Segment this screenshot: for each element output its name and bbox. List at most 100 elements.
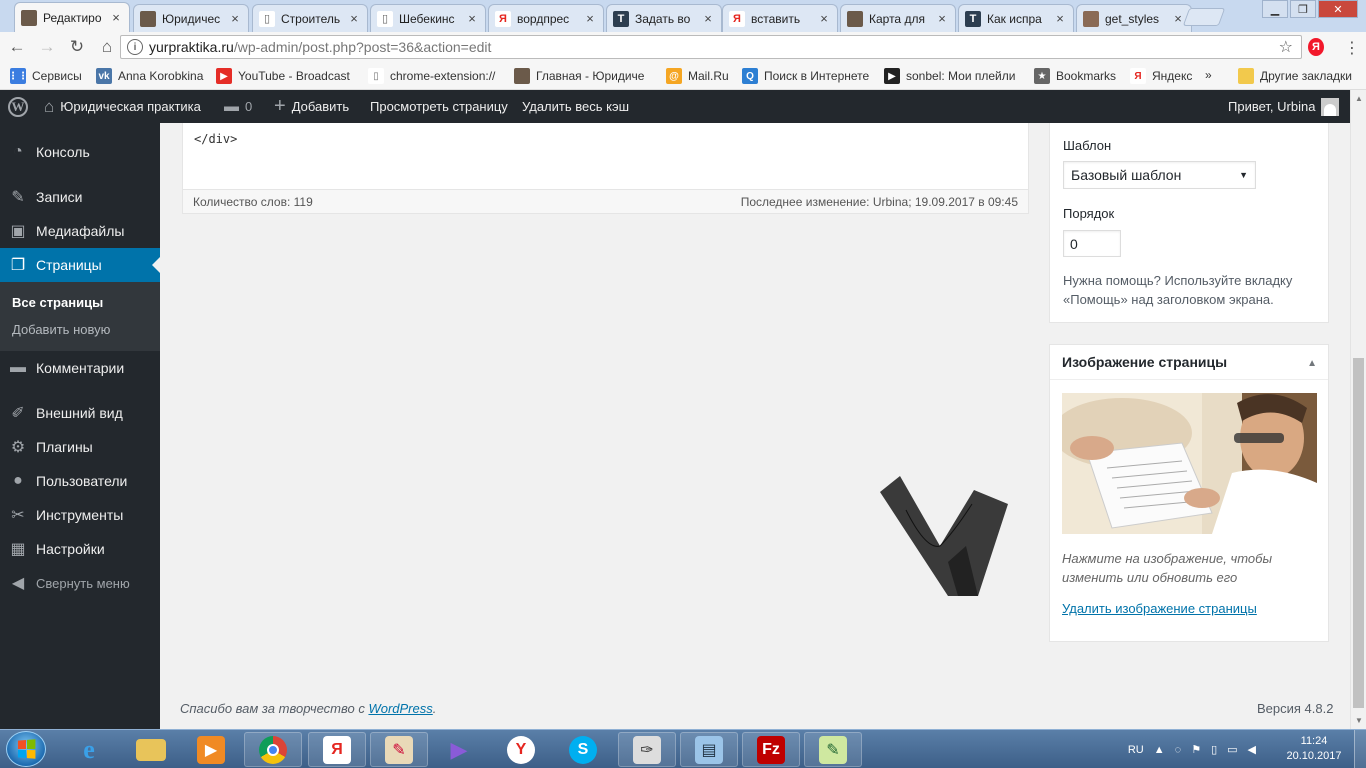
browser-tab[interactable]: Явставить × (722, 4, 838, 32)
new-tab-button[interactable] (1182, 8, 1226, 26)
scroll-down-icon[interactable]: ▼ (1355, 716, 1363, 725)
close-tab-icon[interactable]: × (465, 11, 479, 26)
site-name-link[interactable]: ⌂ Юридическая практика (44, 90, 201, 123)
clock[interactable]: 11:24 20.10.2017 (1284, 734, 1344, 764)
menu-item-dashboard[interactable]: ◔ Консоль (0, 135, 160, 169)
restore-button[interactable]: ❐ (1290, 0, 1316, 18)
taskbar-yandex-browser[interactable]: Y (492, 732, 550, 767)
bookmark-item[interactable]: ▯ chrome-extension:// (368, 68, 495, 84)
view-page-link[interactable]: Просмотреть страницу (370, 90, 508, 123)
close-tab-icon[interactable]: × (347, 11, 361, 26)
browser-tab[interactable]: T Задать во × (606, 4, 722, 32)
clear-cache-link[interactable]: Удалить весь кэш (522, 90, 629, 123)
home-icon[interactable]: ⌂ (94, 34, 120, 60)
bookmark-item[interactable]: ▶ YouTube - Broadcast (216, 68, 350, 84)
bookmark-item[interactable]: Другие закладки (1238, 68, 1352, 84)
flag-icon[interactable]: ⚑ (1191, 743, 1201, 756)
collapse-menu-button[interactable]: ◀ Свернуть меню (0, 566, 160, 600)
close-tab-icon[interactable]: × (935, 11, 949, 26)
volume-icon[interactable]: ◀ (1248, 743, 1256, 756)
show-desktop-button[interactable] (1354, 730, 1366, 768)
scrollbar-thumb[interactable] (1353, 358, 1364, 708)
bookmark-star-icon[interactable]: ☆ (1279, 37, 1293, 57)
taskbar-notepad[interactable]: ✎ (804, 732, 862, 767)
bookmark-item[interactable]: Я Яндекс (1130, 68, 1192, 84)
menu-item-tools[interactable]: ✂ Инструменты (0, 498, 160, 532)
taskbar-chrome[interactable] (244, 732, 302, 767)
taskbar-app[interactable]: ✑ (618, 732, 676, 767)
wordpress-logo-icon[interactable]: W (8, 90, 28, 123)
taskbar-ie[interactable]: e (60, 732, 118, 767)
monitor-icon[interactable]: ▭ (1227, 743, 1237, 756)
menu-item-plugins[interactable]: ⚙ Плагины (0, 430, 160, 464)
back-icon[interactable]: ← (4, 34, 30, 60)
wordpress-link[interactable]: WordPress (368, 701, 432, 716)
info-icon[interactable]: i (127, 39, 143, 55)
menu-item-settings[interactable]: ▦ Настройки (0, 532, 160, 566)
close-tab-icon[interactable]: × (583, 11, 597, 26)
reload-icon[interactable]: ↻ (64, 34, 90, 60)
featured-image-thumbnail[interactable] (1062, 393, 1317, 534)
close-tab-icon[interactable]: × (109, 10, 123, 25)
browser-tab[interactable]: Редактиро × (14, 2, 130, 32)
start-button[interactable] (6, 731, 46, 767)
bookmark-item[interactable]: Главная - Юридиче (514, 68, 644, 84)
user-account-link[interactable]: Привет, Urbina (1228, 90, 1340, 123)
order-input[interactable]: 0 (1063, 230, 1121, 257)
comments-link[interactable]: ▬ 0 (224, 90, 252, 123)
featured-image-header[interactable]: Изображение страницы ▲ (1050, 345, 1328, 380)
bookmark-item[interactable]: ★ Bookmarks (1034, 68, 1116, 84)
browser-tab[interactable]: get_styles × (1076, 4, 1192, 32)
browser-tab[interactable]: ▯ Шебекинс × (370, 4, 486, 32)
taskbar-remote-desktop[interactable]: ▤ (680, 732, 738, 767)
forward-icon[interactable]: → (34, 34, 60, 60)
menu-item-pages[interactable]: ❐ Страницы (0, 248, 160, 282)
menu-item-media[interactable]: ▣ Медиафайлы (0, 214, 160, 248)
menu-item-appearance[interactable]: ✐ Внешний вид (0, 396, 160, 430)
bookmark-label: Яндекс (1152, 69, 1193, 83)
browser-tab[interactable]: Юридичес × (133, 4, 249, 32)
taskbar-media-player[interactable]: ▶ (182, 732, 240, 767)
scroll-up-icon[interactable]: ▲ (1355, 94, 1363, 103)
collapse-toggle-icon[interactable]: ▲ (1307, 358, 1317, 369)
template-select[interactable]: Базовый шаблон ▼ (1063, 161, 1256, 189)
bookmark-item[interactable]: ⋮⋮ Сервисы (8, 68, 82, 84)
bookmark-item[interactable]: » (1205, 68, 1212, 82)
taskbar-skype[interactable]: S (554, 732, 612, 767)
taskbar-paint[interactable]: ✎ (370, 732, 428, 767)
bookmark-item[interactable]: ▶ sonbel: Мои плейли (884, 68, 1015, 84)
device-icon[interactable]: ▯ (1211, 743, 1217, 756)
language-indicator[interactable]: RU (1128, 744, 1144, 756)
menu-item-comments[interactable]: ▬ Комментарии (0, 351, 160, 385)
address-bar[interactable]: i yurpraktika.ru/wp-admin/post.php?post=… (120, 35, 1302, 59)
close-tab-icon[interactable]: × (228, 11, 242, 26)
network-icon[interactable]: ◌ (1175, 744, 1182, 756)
remove-featured-image-link[interactable]: Удалить изображение страницы (1062, 601, 1257, 616)
taskbar-filezilla[interactable]: Fz (742, 732, 800, 767)
close-tab-icon[interactable]: × (1053, 11, 1067, 26)
close-window-button[interactable]: ✕ (1318, 0, 1358, 18)
close-tab-icon[interactable]: × (701, 11, 715, 26)
taskbar-visual-studio[interactable]: ▶ (430, 732, 488, 767)
browser-tab[interactable]: ▯ Строитель × (252, 4, 368, 32)
yandex-extension-icon[interactable]: Я (1308, 38, 1324, 56)
bookmark-item[interactable]: @ Mail.Ru (666, 68, 729, 84)
taskbar-explorer[interactable] (122, 732, 180, 767)
submenu-all-pages[interactable]: Все страницы (12, 295, 103, 310)
menu-item-posts[interactable]: ✎ Записи (0, 180, 160, 214)
browser-tab[interactable]: Карта для × (840, 4, 956, 32)
add-new-link[interactable]: + Добавить (274, 90, 349, 123)
menu-item-users[interactable]: ● Пользователи (0, 464, 160, 498)
close-tab-icon[interactable]: × (817, 11, 831, 26)
submenu-add-new[interactable]: Добавить новую (12, 322, 110, 337)
taskbar-yandex[interactable]: Я (308, 732, 366, 767)
menu-icon[interactable]: ⋮ (1344, 38, 1360, 58)
browser-tab[interactable]: T Как испра × (958, 4, 1074, 32)
minimize-button[interactable]: ▁ (1262, 0, 1288, 18)
page-scrollbar[interactable]: ▲ ▼ (1350, 90, 1366, 729)
browser-tab[interactable]: Явордпрес × (488, 4, 604, 32)
bookmark-item[interactable]: Q Поиск в Интернете (742, 68, 869, 84)
content-editor[interactable]: </div> Количество слов: 119 Последнее из… (182, 123, 1029, 214)
bookmark-item[interactable]: vk Anna Korobkina (96, 68, 203, 84)
show-hidden-icons[interactable]: ▲ (1154, 744, 1165, 756)
